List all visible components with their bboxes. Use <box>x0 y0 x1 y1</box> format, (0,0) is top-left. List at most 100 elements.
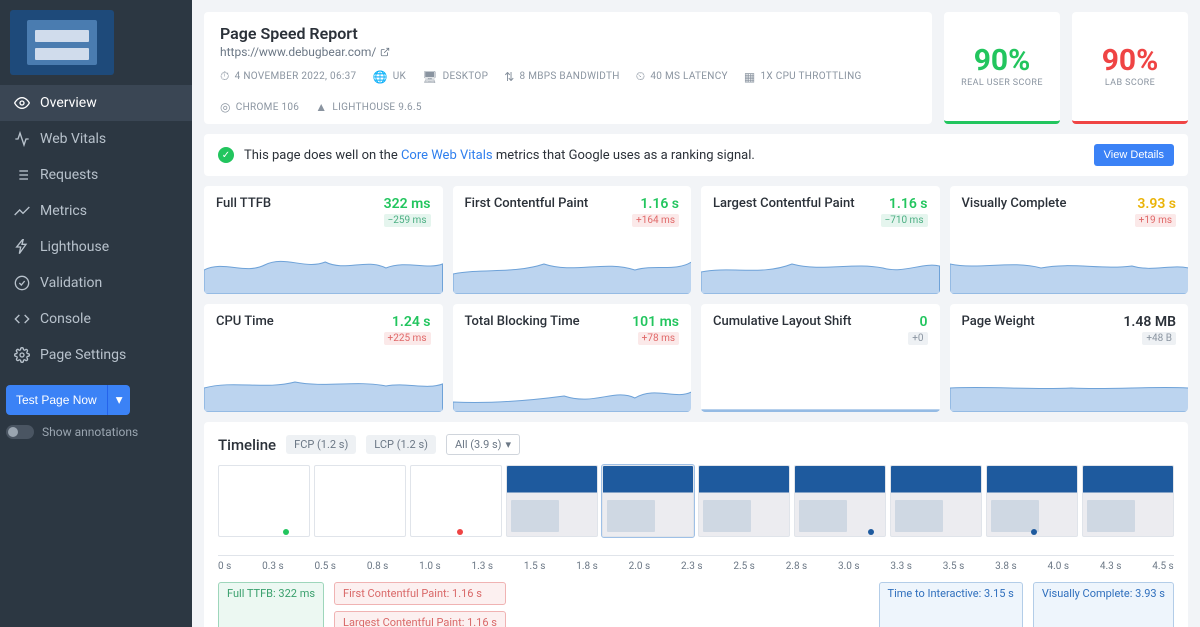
event-tti[interactable]: Time to Interactive: 3.15 s <box>879 582 1023 627</box>
metric-name: Total Blocking Time <box>465 314 580 329</box>
timeline-section: Timeline FCP (1.2 s) LCP (1.2 s) All (3.… <box>204 422 1188 627</box>
sidebar-item-web-vitals[interactable]: Web Vitals <box>0 121 192 157</box>
axis-tick: 4.3 s <box>1100 561 1122 572</box>
marker-vc <box>1031 529 1037 535</box>
metric-total-blocking-time[interactable]: Total Blocking Time101 ms+78 ms <box>453 304 692 412</box>
sidebar-item-label: Lighthouse <box>40 239 109 255</box>
metric-full-ttfb[interactable]: Full TTFB322 ms−259 ms <box>204 186 443 294</box>
timeline-frame-6[interactable] <box>794 465 886 537</box>
score-real[interactable]: 90%REAL USER SCORE <box>944 12 1060 124</box>
main-content: Page Speed Report https://www.debugbear.… <box>192 0 1200 627</box>
metric-first-contentful-paint[interactable]: First Contentful Paint1.16 s+164 ms <box>453 186 692 294</box>
metric-delta: +0 <box>908 332 927 345</box>
light-icon <box>14 239 30 255</box>
header-card: Page Speed Report https://www.debugbear.… <box>204 12 932 124</box>
test-page-button[interactable]: Test Page Now <box>6 385 107 415</box>
checkmark-icon: ✓ <box>218 147 234 163</box>
axis-tick: 1.8 s <box>576 561 598 572</box>
timeline-frame-2[interactable] <box>410 465 502 537</box>
event-fcp[interactable]: First Contentful Paint: 1.16 s <box>334 582 506 605</box>
axis-tick: 1.5 s <box>524 561 546 572</box>
timeline-frame-3[interactable] <box>506 465 598 537</box>
timeline-frame-0[interactable] <box>218 465 310 537</box>
metric-delta: −710 ms <box>881 214 928 227</box>
metric-name: Page Weight <box>962 314 1035 329</box>
fcp-chip[interactable]: FCP (1.2 s) <box>286 435 356 454</box>
axis-tick: 0.5 s <box>314 561 336 572</box>
meta-clock: ⏱4 NOVEMBER 2022, 06:37 <box>220 69 356 84</box>
meta-desktop: 🖥DESKTOP <box>422 69 488 84</box>
metric-value: 101 ms <box>632 314 679 330</box>
metric-value: 1.16 s <box>632 196 679 212</box>
sidebar-item-page-settings[interactable]: Page Settings <box>0 337 192 373</box>
page-url[interactable]: https://www.debugbear.com/ <box>220 45 916 59</box>
axis-tick: 3.3 s <box>890 561 912 572</box>
sparkline <box>701 358 940 412</box>
lcp-chip[interactable]: LCP (1.2 s) <box>366 435 436 454</box>
desktop-icon: 🖥 <box>422 70 438 84</box>
timer-icon: ⏲ <box>636 69 646 84</box>
code-icon <box>14 311 30 327</box>
sparkline <box>950 240 1189 294</box>
metric-value: 1.16 s <box>881 196 928 212</box>
metric-delta: −259 ms <box>384 214 431 227</box>
meta-timer: ⏲40 MS LATENCY <box>636 69 728 84</box>
check-icon <box>14 275 30 291</box>
page-thumbnail[interactable] <box>10 10 114 75</box>
gear-icon <box>14 347 30 363</box>
axis-tick: 3.5 s <box>943 561 965 572</box>
timeline-frame-9[interactable] <box>1082 465 1174 537</box>
timeline-frame-1[interactable] <box>314 465 406 537</box>
sidebar-item-validation[interactable]: Validation <box>0 265 192 301</box>
event-lcp[interactable]: Largest Contentful Paint: 1.16 s <box>334 611 506 627</box>
show-annotations-toggle[interactable]: Show annotations <box>6 425 186 439</box>
sparkline <box>950 358 1189 412</box>
timeline-title: Timeline <box>218 436 276 454</box>
sparkline <box>204 240 443 294</box>
timeline-frame-4[interactable] <box>602 465 694 537</box>
axis-tick: 4.5 s <box>1152 561 1174 572</box>
toggle-switch[interactable] <box>6 425 34 439</box>
score-lab[interactable]: 90%LAB SCORE <box>1072 12 1188 124</box>
timeline-filter-dropdown[interactable]: All (3.9 s)▾ <box>446 434 520 455</box>
core-web-vitals-link[interactable]: Core Web Vitals <box>401 148 493 163</box>
toggle-label: Show annotations <box>42 425 138 439</box>
axis-tick: 2.0 s <box>629 561 651 572</box>
sidebar-item-console[interactable]: Console <box>0 301 192 337</box>
sidebar-item-overview[interactable]: Overview <box>0 85 192 121</box>
view-details-button[interactable]: View Details <box>1094 144 1174 166</box>
sidebar-item-metrics[interactable]: Metrics <box>0 193 192 229</box>
test-page-dropdown[interactable]: ▾ <box>107 385 131 415</box>
timeline-frame-8[interactable] <box>986 465 1078 537</box>
event-ttfb[interactable]: Full TTFB: 322 ms <box>218 582 324 627</box>
page-title: Page Speed Report <box>220 24 916 43</box>
metric-value: 1.48 MB <box>1123 314 1176 330</box>
metric-cumulative-layout-shift[interactable]: Cumulative Layout Shift0+0 <box>701 304 940 412</box>
timeline-frame-5[interactable] <box>698 465 790 537</box>
axis-tick: 1.3 s <box>472 561 494 572</box>
sidebar-item-lighthouse[interactable]: Lighthouse <box>0 229 192 265</box>
sidebar-item-label: Validation <box>40 275 102 291</box>
timeline-axis: 0 s0.3 s0.5 s0.8 s1.0 s1.3 s1.5 s1.8 s2.… <box>218 561 1174 572</box>
sidebar-item-requests[interactable]: Requests <box>0 157 192 193</box>
sparkline <box>204 358 443 412</box>
timeline-frame-7[interactable] <box>890 465 982 537</box>
timeline-markers <box>218 529 1174 543</box>
sidebar: OverviewWeb VitalsRequestsMetrics Lightho… <box>0 0 192 627</box>
eye-icon <box>14 95 30 111</box>
axis-tick: 1.0 s <box>419 561 441 572</box>
meta-chrome: ◎CHROME 106 <box>220 100 299 114</box>
axis-tick: 3.8 s <box>995 561 1017 572</box>
sidebar-item-label: Console <box>40 311 91 327</box>
sidebar-item-label: Page Settings <box>40 347 126 363</box>
banner-text: This page does well on the Core Web Vita… <box>244 148 755 163</box>
sparkline <box>701 240 940 294</box>
metric-largest-contentful-paint[interactable]: Largest Contentful Paint1.16 s−710 ms <box>701 186 940 294</box>
event-vc[interactable]: Visually Complete: 3.93 s <box>1033 582 1174 627</box>
metric-cpu-time[interactable]: CPU Time1.24 s+225 ms <box>204 304 443 412</box>
core-web-vitals-banner: ✓ This page does well on the Core Web Vi… <box>204 134 1188 176</box>
metric-visually-complete[interactable]: Visually Complete3.93 s+19 ms <box>950 186 1189 294</box>
chart-icon <box>14 203 30 219</box>
metric-page-weight[interactable]: Page Weight1.48 MB+48 B <box>950 304 1189 412</box>
metric-value: 0 <box>908 314 927 330</box>
